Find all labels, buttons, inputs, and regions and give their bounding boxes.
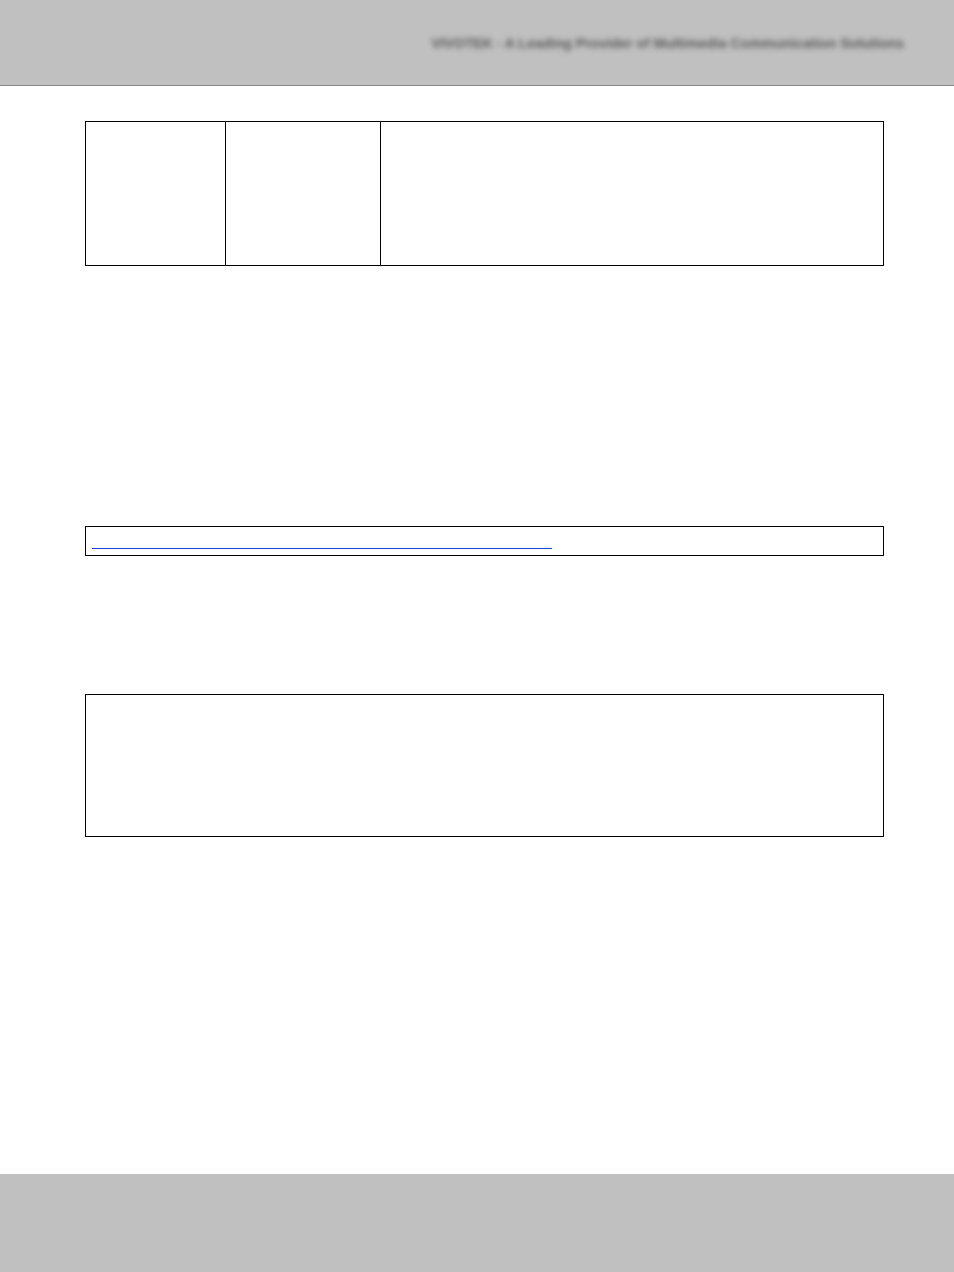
table-row xyxy=(86,122,884,266)
page-footer xyxy=(0,1174,954,1272)
link-container xyxy=(85,526,884,556)
page-content xyxy=(0,86,954,837)
data-table xyxy=(85,121,884,266)
table-cell-1 xyxy=(86,122,226,266)
table-cell-2 xyxy=(226,122,381,266)
page-header: VIVOTEK - A Leading Provider of Multimed… xyxy=(0,0,954,86)
content-box xyxy=(85,694,884,837)
table-cell-3 xyxy=(381,122,884,266)
hyperlink-underline[interactable] xyxy=(92,548,552,549)
header-title: VIVOTEK - A Leading Provider of Multimed… xyxy=(431,35,904,51)
